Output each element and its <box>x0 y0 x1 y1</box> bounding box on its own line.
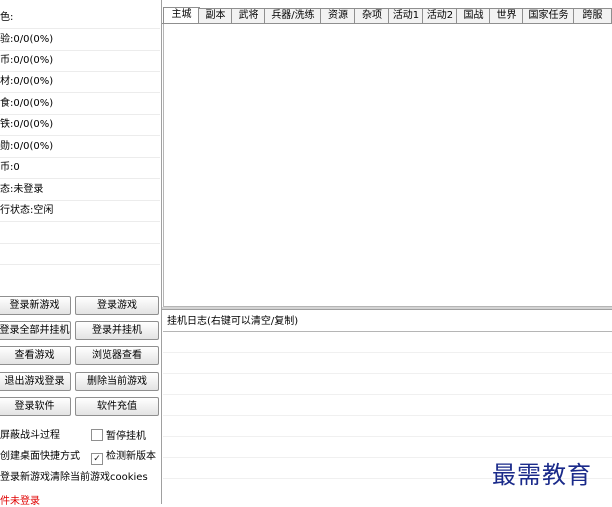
tab-instance[interactable]: 副本 <box>198 8 233 23</box>
tab-cross-server[interactable]: 跨服 <box>573 8 612 23</box>
status-row-iron: 铁:0/0(0%) <box>0 114 160 136</box>
log-header: 挂机日志(右键可以清空/复制) <box>163 313 612 332</box>
login-software-button[interactable]: 登录软件 <box>0 397 71 416</box>
login-all-and-hang-button[interactable]: 登录全部并挂机 <box>0 321 71 340</box>
status-row-food: 食:0/0(0%) <box>0 93 160 115</box>
login-and-hang-button[interactable]: 登录并挂机 <box>75 321 159 340</box>
tab-misc[interactable]: 杂项 <box>354 8 390 23</box>
status-row-empty-2 <box>0 243 160 265</box>
tab-weapons[interactable]: 兵器/洗练 <box>264 8 322 23</box>
tab-activity-2[interactable]: 活动2 <box>422 8 458 23</box>
login-new-game-button[interactable]: 登录新游戏 <box>0 296 71 315</box>
pause-hang-checkbox[interactable] <box>91 429 103 441</box>
tab-activity-1[interactable]: 活动1 <box>388 8 424 23</box>
logout-game-button[interactable]: 退出游戏登录 <box>0 372 71 391</box>
software-recharge-button[interactable]: 软件充值 <box>75 397 159 416</box>
create-shortcut-label: 创建桌面快捷方式 <box>0 451 80 462</box>
tab-nation-tasks[interactable]: 国家任务 <box>522 8 575 23</box>
clear-cookies-label: 登录新游戏清除当前游戏cookies <box>0 472 148 483</box>
status-row-gold: 币:0 <box>0 157 160 179</box>
left-panel: 色: 验:0/0(0%) 币:0/0(0%) 材:0/0(0%) 食:0/0(0… <box>0 0 160 507</box>
hide-battle-label: 屏蔽战斗过程 <box>0 430 60 441</box>
log-row <box>163 352 612 353</box>
delete-current-game-button[interactable]: 删除当前游戏 <box>75 372 159 391</box>
browser-view-button[interactable]: 浏览器查看 <box>75 346 159 365</box>
status-row-run: 行状态:空闲 <box>0 200 160 222</box>
tab-resources[interactable]: 资源 <box>320 8 356 23</box>
software-login-status: 件未登录 <box>0 496 40 507</box>
pause-hang-label: 暂停挂机 <box>106 431 146 442</box>
panel-divider <box>161 0 162 504</box>
status-row-merit: 勋:0/0(0%) <box>0 136 160 158</box>
login-game-button[interactable]: 登录游戏 <box>75 296 159 315</box>
tab-main-city[interactable]: 主城 <box>163 7 200 23</box>
watermark: 最需教育 <box>492 461 592 489</box>
check-new-version-option[interactable]: ✓ 检测新版本 <box>91 450 156 465</box>
tab-world[interactable]: 世界 <box>489 8 524 23</box>
status-row-exp: 验:0/0(0%) <box>0 29 160 51</box>
create-shortcut-option[interactable]: 创建桌面快捷方式 <box>0 450 80 464</box>
tab-national-war[interactable]: 国战 <box>456 8 491 23</box>
hide-battle-option[interactable]: 屏蔽战斗过程 <box>0 429 60 443</box>
status-row-login: 态:未登录 <box>0 179 160 201</box>
check-new-version-checkbox[interactable]: ✓ <box>91 453 103 465</box>
view-game-button[interactable]: 查看游戏 <box>0 346 71 365</box>
pause-hang-option[interactable]: 暂停挂机 <box>91 429 146 444</box>
clear-cookies-option[interactable]: 登录新游戏清除当前游戏cookies <box>0 471 148 485</box>
log-row <box>163 373 612 374</box>
splitter[interactable] <box>162 307 612 310</box>
tab-bar: 主城 副本 武将 兵器/洗练 资源 杂项 活动1 活动2 国战 世界 国家任务 … <box>162 7 612 24</box>
log-row <box>163 415 612 416</box>
status-row-wood: 材:0/0(0%) <box>0 71 160 93</box>
check-new-version-label: 检测新版本 <box>106 451 156 462</box>
status-row-role: 色: <box>0 7 160 29</box>
log-row <box>163 394 612 395</box>
tab-content-panel <box>163 24 612 307</box>
tab-generals[interactable]: 武将 <box>231 8 266 23</box>
log-row <box>163 436 612 437</box>
status-row-coin: 币:0/0(0%) <box>0 50 160 72</box>
status-row-empty-1 <box>0 222 160 244</box>
